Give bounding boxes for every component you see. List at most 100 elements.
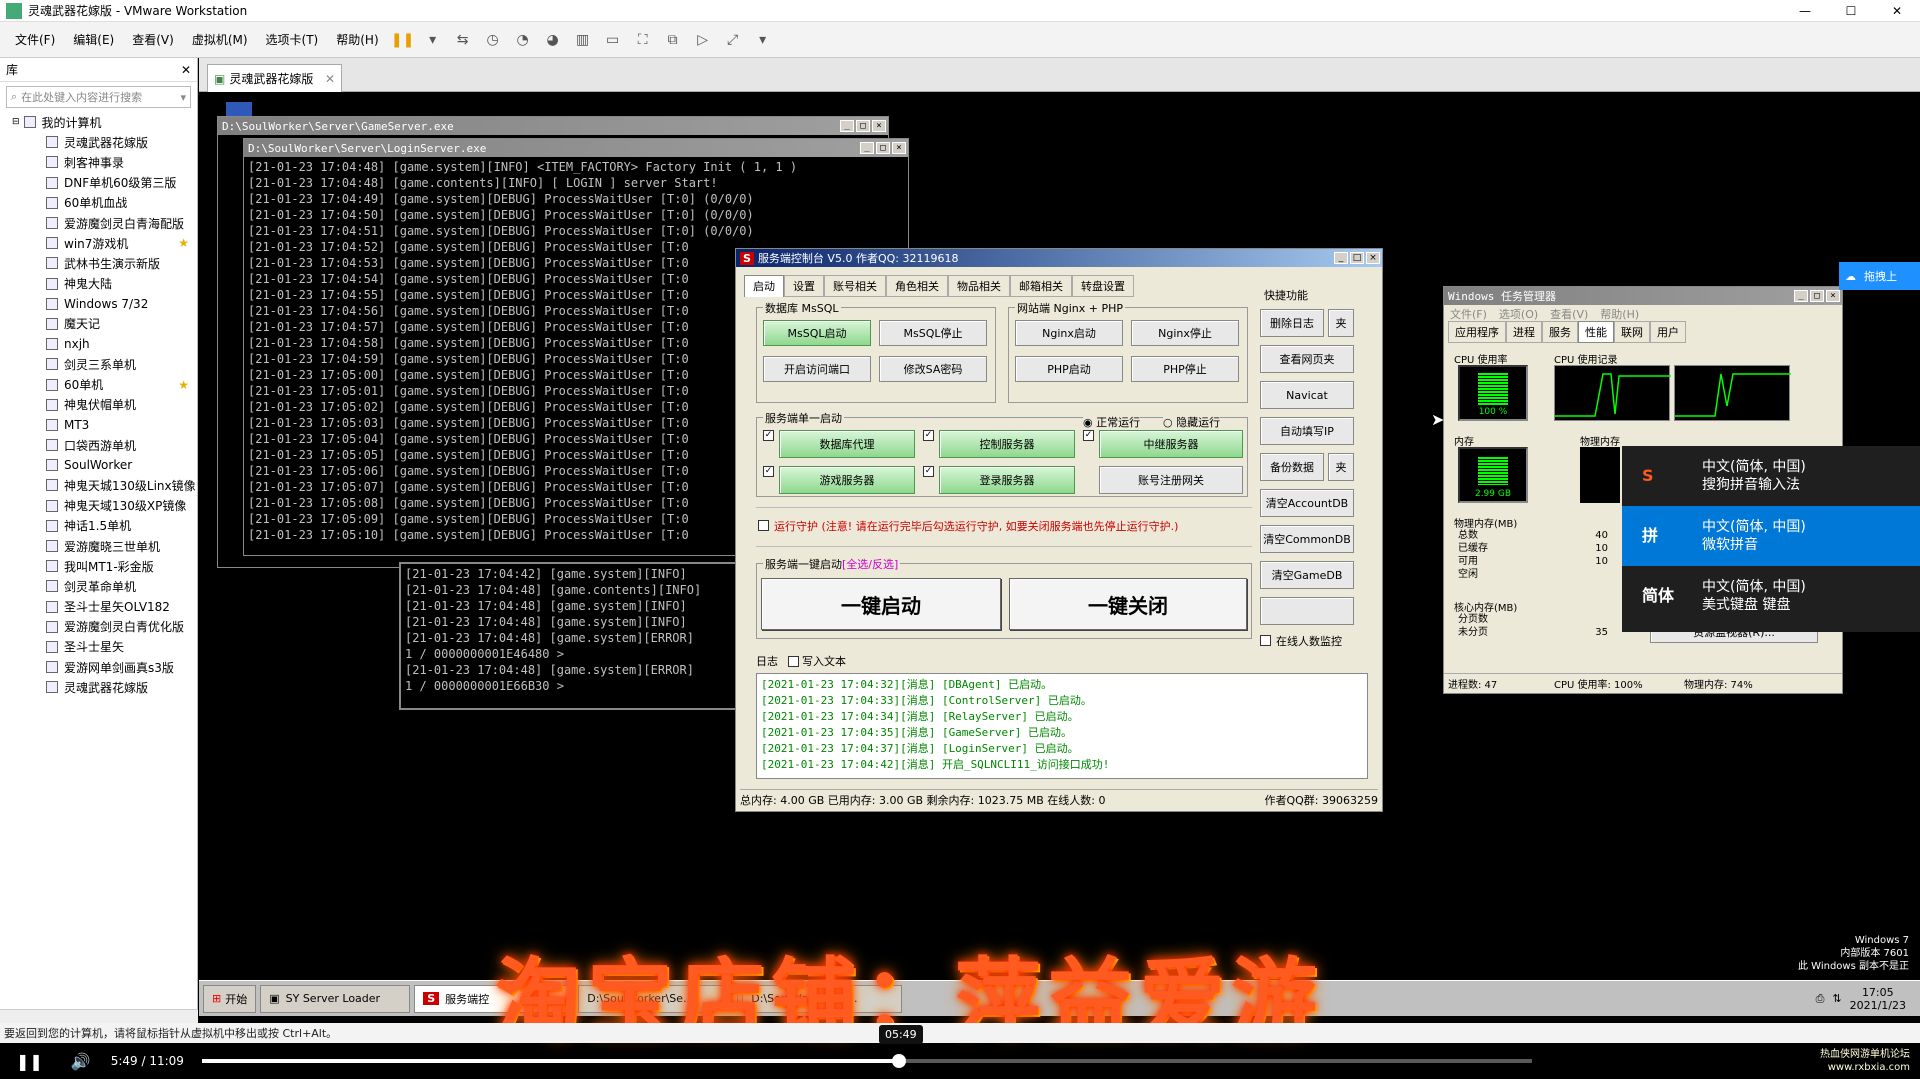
gs-close-icon[interactable]: × xyxy=(872,120,886,132)
snapshot-manager-icon[interactable]: ◕ xyxy=(542,29,564,51)
vm-tab[interactable]: ▣ 灵魂武器花嫁版 ✕ xyxy=(207,64,342,92)
tab-start[interactable]: 启动 xyxy=(744,275,784,297)
service-check-4[interactable]: ✓ xyxy=(763,466,774,477)
pause-button[interactable]: ❚❚ xyxy=(16,1052,43,1071)
ime-option[interactable]: S 中文(简体, 中国) 搜狗拼音输入法 xyxy=(1622,446,1920,506)
dropdown-icon[interactable]: ▾ xyxy=(422,29,444,51)
ls-min-icon[interactable]: _ xyxy=(860,142,874,154)
backup-button[interactable]: 备份数据 xyxy=(1260,453,1324,481)
tm-tab-network[interactable]: 联网 xyxy=(1614,321,1650,343)
vm-list-item[interactable]: win7游戏机 ★ xyxy=(46,233,197,253)
register-gateway-button[interactable]: 账号注册网关 xyxy=(1099,466,1243,494)
tm-menu-view[interactable]: 查看(V) xyxy=(1544,306,1594,322)
backup-folder-button[interactable]: 夹 xyxy=(1328,453,1354,481)
vm-list-item[interactable]: 神鬼天域130级XP镜像 xyxy=(46,496,197,516)
tab-close-icon[interactable]: ✕ xyxy=(325,72,335,86)
tray-network-icon[interactable]: ⇅ xyxy=(1832,992,1841,1005)
vm-list-item[interactable]: 爱游魔剑灵白青海配版 xyxy=(46,213,197,233)
menu-file[interactable]: 文件(F) xyxy=(6,31,64,48)
php-start-button[interactable]: PHP启动 xyxy=(1015,356,1123,382)
vm-list-item[interactable]: 圣斗士星矢OLV182 xyxy=(46,597,197,617)
vm-list-item[interactable]: 剑灵革命单机 xyxy=(46,576,197,596)
console-icon[interactable]: ▷ xyxy=(692,29,714,51)
snapshot-icon[interactable]: ◷ xyxy=(482,29,504,51)
guard-checkbox[interactable] xyxy=(758,520,769,531)
write-text-checkbox[interactable] xyxy=(787,656,799,667)
mssql-start-button[interactable]: MsSQL启动 xyxy=(763,320,871,346)
cloud-upload-badge[interactable]: ☁ 拖拽上 xyxy=(1839,262,1920,290)
tab-character[interactable]: 角色相关 xyxy=(886,275,948,297)
taskbar-sy-loader[interactable]: ▣ SY Server Loader xyxy=(260,984,411,1013)
tm-menu-help[interactable]: 帮助(H) xyxy=(1594,306,1645,322)
tm-menu-file[interactable]: 文件(F) xyxy=(1444,306,1493,322)
log-textarea[interactable]: [2021-01-23 17:04:32][消息] [DBAgent] 已启动。… xyxy=(756,673,1368,779)
library-close-icon[interactable]: ✕ xyxy=(181,63,191,77)
vm-list-item[interactable]: 剑灵三系单机 xyxy=(46,354,197,374)
tab-items[interactable]: 物品相关 xyxy=(948,275,1010,297)
php-stop-button[interactable]: PHP停止 xyxy=(1131,356,1239,382)
tm-tab-processes[interactable]: 进程 xyxy=(1506,321,1542,343)
dbagent-button[interactable]: 数据库代理 xyxy=(779,430,915,458)
start-all-button[interactable]: 一键启动 xyxy=(761,578,1001,630)
vm-list-item[interactable]: 灵魂武器花嫁版 xyxy=(46,677,197,697)
sidebar-toggle-icon[interactable]: ▥ xyxy=(572,29,594,51)
tm-close-icon[interactable]: × xyxy=(1826,290,1840,302)
nginx-start-button[interactable]: Nginx启动 xyxy=(1015,320,1123,346)
vm-list-item[interactable]: 神话1.5单机 xyxy=(46,516,197,536)
blank-button[interactable] xyxy=(1260,597,1354,625)
volume-icon[interactable]: 🔊 xyxy=(71,1052,91,1071)
tm-tab-apps[interactable]: 应用程序 xyxy=(1448,321,1506,343)
unity-icon[interactable]: ⧉ xyxy=(662,29,684,51)
gs-max-icon[interactable]: □ xyxy=(856,120,870,132)
tm-menu-options[interactable]: 选项(O) xyxy=(1493,306,1544,322)
tm-min-icon[interactable]: _ xyxy=(1794,290,1808,302)
tree-root[interactable]: ⊟ 我的计算机 xyxy=(0,112,197,132)
seek-handle[interactable] xyxy=(891,1054,906,1068)
clear-accountdb-button[interactable]: 清空AccountDB xyxy=(1260,489,1354,517)
library-scrollbar[interactable] xyxy=(0,1009,198,1023)
fullscreen-icon[interactable]: ⛶ xyxy=(632,29,654,51)
open-port-button[interactable]: 开启访问端口 xyxy=(763,356,871,382)
vm-list-item[interactable]: SoulWorker xyxy=(46,455,197,475)
tab-settings[interactable]: 设置 xyxy=(784,275,824,297)
vm-list-item[interactable]: 60单机 ★ xyxy=(46,374,197,394)
service-check-3[interactable]: ✓ xyxy=(1083,430,1094,441)
close-button[interactable]: ✕ xyxy=(1874,0,1920,22)
cp-close-icon[interactable]: × xyxy=(1366,252,1380,264)
control-server-button[interactable]: 控制服务器 xyxy=(939,430,1075,458)
change-sa-password-button[interactable]: 修改SA密码 xyxy=(879,356,987,382)
ls-close-icon[interactable]: × xyxy=(892,142,906,154)
menu-vm[interactable]: 虚拟机(M) xyxy=(183,31,257,48)
gs-min-icon[interactable]: _ xyxy=(840,120,854,132)
nginx-stop-button[interactable]: Nginx停止 xyxy=(1131,320,1239,346)
vm-list-item[interactable]: 爱游魔剑灵白青优化版 xyxy=(46,617,197,637)
menu-help[interactable]: 帮助(H) xyxy=(327,31,387,48)
vm-list-item[interactable]: 圣斗士星矢 xyxy=(46,637,197,657)
navicat-button[interactable]: Navicat xyxy=(1260,381,1354,409)
revert-snapshot-icon[interactable]: ◔ xyxy=(512,29,534,51)
vm-list-item[interactable]: 武林书生演示新版 xyxy=(46,253,197,273)
thumbnail-icon[interactable]: ▭ xyxy=(602,29,624,51)
vm-list-item[interactable]: 我叫MT1-彩金版 xyxy=(46,556,197,576)
tab-wheel[interactable]: 转盘设置 xyxy=(1072,275,1134,297)
vm-list-item[interactable]: 神鬼伏帽单机 xyxy=(46,395,197,415)
vm-list-item[interactable]: MT3 xyxy=(46,415,197,435)
ime-option[interactable]: 拼 中文(简体, 中国) 微软拼音 xyxy=(1622,506,1920,566)
ime-option[interactable]: 简体 中文(简体, 中国) 美式键盘 键盘 xyxy=(1622,566,1920,626)
game-server-button[interactable]: 游戏服务器 xyxy=(779,466,915,494)
collapse-icon[interactable]: ⊟ xyxy=(12,117,20,127)
mssql-stop-button[interactable]: MsSQL停止 xyxy=(879,320,987,346)
search-dropdown-icon[interactable]: ▾ xyxy=(180,91,186,104)
control-panel-window[interactable]: S 服务端控制台 V5.0 作者QQ: 32119618 _ □ × 启动 设置 账… xyxy=(735,248,1383,812)
login-server-button[interactable]: 登录服务器 xyxy=(939,466,1075,494)
cp-max-icon[interactable]: □ xyxy=(1350,252,1364,264)
service-check-5[interactable]: ✓ xyxy=(923,466,934,477)
vm-list-item[interactable]: 爱游魔晓三世单机 xyxy=(46,536,197,556)
service-check-2[interactable]: ✓ xyxy=(923,430,934,441)
relay-server-button[interactable]: 中继服务器 xyxy=(1099,430,1243,458)
web-folder-button[interactable]: 查看网页夹 xyxy=(1260,345,1354,373)
vm-list-item[interactable]: 魔天记 xyxy=(46,314,197,334)
tray-printer-icon[interactable]: ⎙ xyxy=(1816,992,1825,1006)
guest-clock[interactable]: 17:05 2021/1/23 xyxy=(1850,986,1906,1012)
library-search-input[interactable]: ⌕ 在此处键入内容进行搜索 ▾ xyxy=(6,86,191,108)
